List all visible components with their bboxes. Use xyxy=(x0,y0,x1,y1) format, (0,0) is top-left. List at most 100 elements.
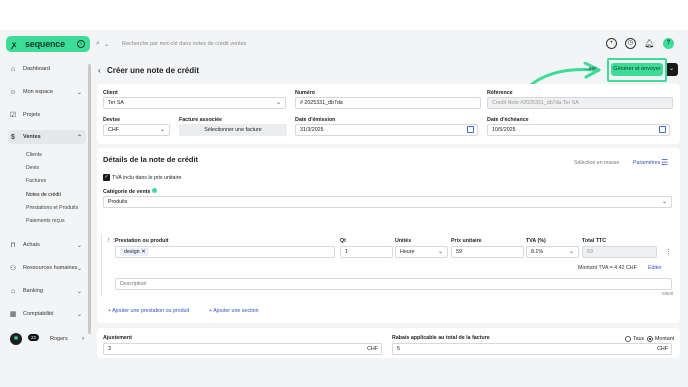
reference-label: Référence xyxy=(487,90,513,96)
money-bag-icon: $ xyxy=(11,133,15,141)
user-name: Rogers xyxy=(50,336,68,342)
numero-field[interactable]: # 2025331_db7da xyxy=(295,97,481,109)
info-icon xyxy=(152,188,158,193)
client-label: Client xyxy=(103,90,118,96)
categorie-value: Produits xyxy=(108,199,128,205)
tva-checkbox[interactable]: ✓ xyxy=(103,174,110,181)
categorie-select[interactable]: Produits ⌄ xyxy=(103,196,672,208)
sidebar-item-label: Dashboard xyxy=(23,66,50,72)
chevron-down-icon: ⌄ xyxy=(76,311,82,318)
chevron-down-icon: ⌄ xyxy=(661,199,667,205)
sidebar-item-label: Ressources humaines xyxy=(23,265,78,271)
sidebar-item-banking[interactable]: ⌂ Banking ⌄ xyxy=(8,284,86,298)
ajustement-field[interactable]: 3 CHF xyxy=(103,343,382,355)
chevron-down-icon[interactable]: ⌄ xyxy=(104,41,114,48)
montant-radio[interactable] xyxy=(647,336,653,342)
rabais-field[interactable]: 5 CHF xyxy=(392,343,672,355)
brand-logo[interactable]: ꭗ sequence ‹ xyxy=(6,36,90,52)
product-tag[interactable]: design ✕ xyxy=(121,248,149,256)
close-icon[interactable]: ✕ xyxy=(141,249,145,255)
search-icon: ⌕ xyxy=(96,40,100,47)
echeance-date-field[interactable]: 10/5/2025 xyxy=(487,124,670,136)
avatar: ✱ xyxy=(10,333,22,345)
unit-select[interactable]: Heure ⌄ xyxy=(395,246,448,258)
sidebar-item-label: Ventes xyxy=(23,134,41,140)
col-tva: TVA (%) xyxy=(526,238,546,244)
facture-label: Facture associée xyxy=(179,117,222,123)
clock-icon[interactable]: ◷ xyxy=(625,38,636,49)
bell-icon[interactable]: 🔔︎ xyxy=(644,38,655,49)
check-square-icon: ☑ xyxy=(9,112,17,119)
chevron-down-icon: ⌄ xyxy=(275,100,281,106)
sidebar-item-projets[interactable]: ☑ Projets xyxy=(8,108,86,122)
bulk-selection-toggle[interactable]: Sélection en masse xyxy=(574,160,619,166)
brand-name: sequence xyxy=(25,39,65,49)
sidebar-item-comptabilite[interactable]: ▦ Comptabilité ⌄ xyxy=(8,307,86,321)
sidebar-sub-paiements[interactable]: Paiements reçus xyxy=(26,218,65,224)
sidebar-item-mon-espace[interactable]: ☺ Mon espace ⌄ xyxy=(8,85,86,99)
add-section-button[interactable]: + Ajouter une section xyxy=(209,308,259,314)
rabais-unit: CHF xyxy=(657,346,668,352)
sidebar-item-achats[interactable]: ⊓ Achats ⌄ xyxy=(8,238,86,252)
emission-date-field[interactable]: 31/3/2025 xyxy=(295,124,478,136)
product-tag-label: design xyxy=(124,249,140,255)
parameters-link[interactable]: Paramètres xyxy=(633,160,660,166)
echeance-label: Date d'échéance xyxy=(487,117,529,123)
menu-icon[interactable]: ☰ xyxy=(661,158,668,167)
home-icon: ⌂ xyxy=(10,65,16,73)
chevron-down-icon: ⌄ xyxy=(437,249,443,255)
user-menu[interactable]: ✱ 22 Rogers › xyxy=(10,330,88,348)
devise-select[interactable]: CHF ⌄ xyxy=(103,124,170,136)
montant-label: Montant xyxy=(655,336,675,342)
calendar-icon[interactable] xyxy=(659,126,666,133)
sidebar-item-label: Comptabilité xyxy=(23,311,54,317)
qty-field[interactable]: 1 xyxy=(340,246,393,258)
unit-price-field[interactable]: 59 xyxy=(451,246,524,258)
taux-radio[interactable] xyxy=(625,336,631,342)
plus-circle-icon[interactable]: + xyxy=(606,38,617,49)
devise-value: CHF xyxy=(108,127,119,133)
numero-label: Numéro xyxy=(295,90,316,96)
sidebar-scrollbar[interactable] xyxy=(88,64,91,334)
edit-link[interactable]: Editer xyxy=(648,265,662,271)
tva-select[interactable]: 8.1% ⌄ xyxy=(526,246,579,258)
col-total: Total TTC xyxy=(582,238,607,244)
sidebar-item-rh[interactable]: ⚇ Ressources humaines ⌄ xyxy=(8,261,86,275)
calculator-icon: ▦ xyxy=(9,311,17,318)
sidebar-sub-prestations[interactable]: Prestations et Produits xyxy=(26,205,78,211)
secondary-action-button[interactable]: ...ser xyxy=(584,66,596,72)
help-icon[interactable]: ? xyxy=(663,38,674,49)
emission-value: 31/3/2025 xyxy=(300,127,324,133)
description-field[interactable]: Description xyxy=(115,278,672,290)
sidebar-item-ventes[interactable]: $ Ventes ⌃ xyxy=(8,130,86,144)
row-menu-icon[interactable]: ⋮ xyxy=(665,248,672,256)
shopping-bag-icon: ⊓ xyxy=(10,242,16,249)
categorie-label: Catégorie de vente xyxy=(103,188,158,195)
col-unit-price: Prix unitaire xyxy=(451,238,482,244)
sidebar-item-dashboard[interactable]: ⌂ Dashboard xyxy=(8,62,86,76)
search-input[interactable]: Recherche par mot-clé dans notes de créd… xyxy=(122,41,246,47)
calendar-icon[interactable] xyxy=(467,126,474,133)
chevron-down-icon: ⌄ xyxy=(668,66,675,72)
bank-icon: ⌂ xyxy=(10,287,16,295)
add-product-button[interactable]: + Ajouter une prestation ou produit xyxy=(108,308,189,314)
chevron-up-icon: ⌃ xyxy=(76,134,82,141)
back-arrow-icon[interactable]: ‹ xyxy=(98,66,101,75)
highlight-box xyxy=(607,58,667,82)
sidebar-sub-factures[interactable]: Factures xyxy=(26,178,46,184)
sidebar-sub-devis[interactable]: Devis xyxy=(26,165,39,171)
tva-checkbox-label: TVA inclu dans le prix unitaire xyxy=(112,175,182,181)
collapse-sidebar-icon[interactable]: ‹ xyxy=(77,40,85,48)
page-title: Créer une note de crédit xyxy=(107,66,200,75)
sidebar-sub-notes-de-credit[interactable]: Notes de crédit xyxy=(26,192,61,198)
add-section-label: Ajouter une section xyxy=(213,308,259,314)
echeance-value: 10/5/2025 xyxy=(492,127,516,133)
chevron-down-icon: ⌄ xyxy=(76,265,82,272)
ajustement-value: 3 xyxy=(108,346,111,352)
client-select[interactable]: Ter SA ⌄ xyxy=(103,97,286,109)
select-invoice-button[interactable]: Sélectionner une facture xyxy=(179,124,287,136)
notification-badge: 22 xyxy=(28,334,40,341)
search-bar[interactable]: ⌕ ⌄ Recherche par mot-clé dans notes de … xyxy=(96,37,598,51)
sidebar-sub-clients[interactable]: Clients xyxy=(26,152,42,158)
reference-field[interactable]: Credit Note #2025331_db7da Ter SA xyxy=(487,97,673,109)
